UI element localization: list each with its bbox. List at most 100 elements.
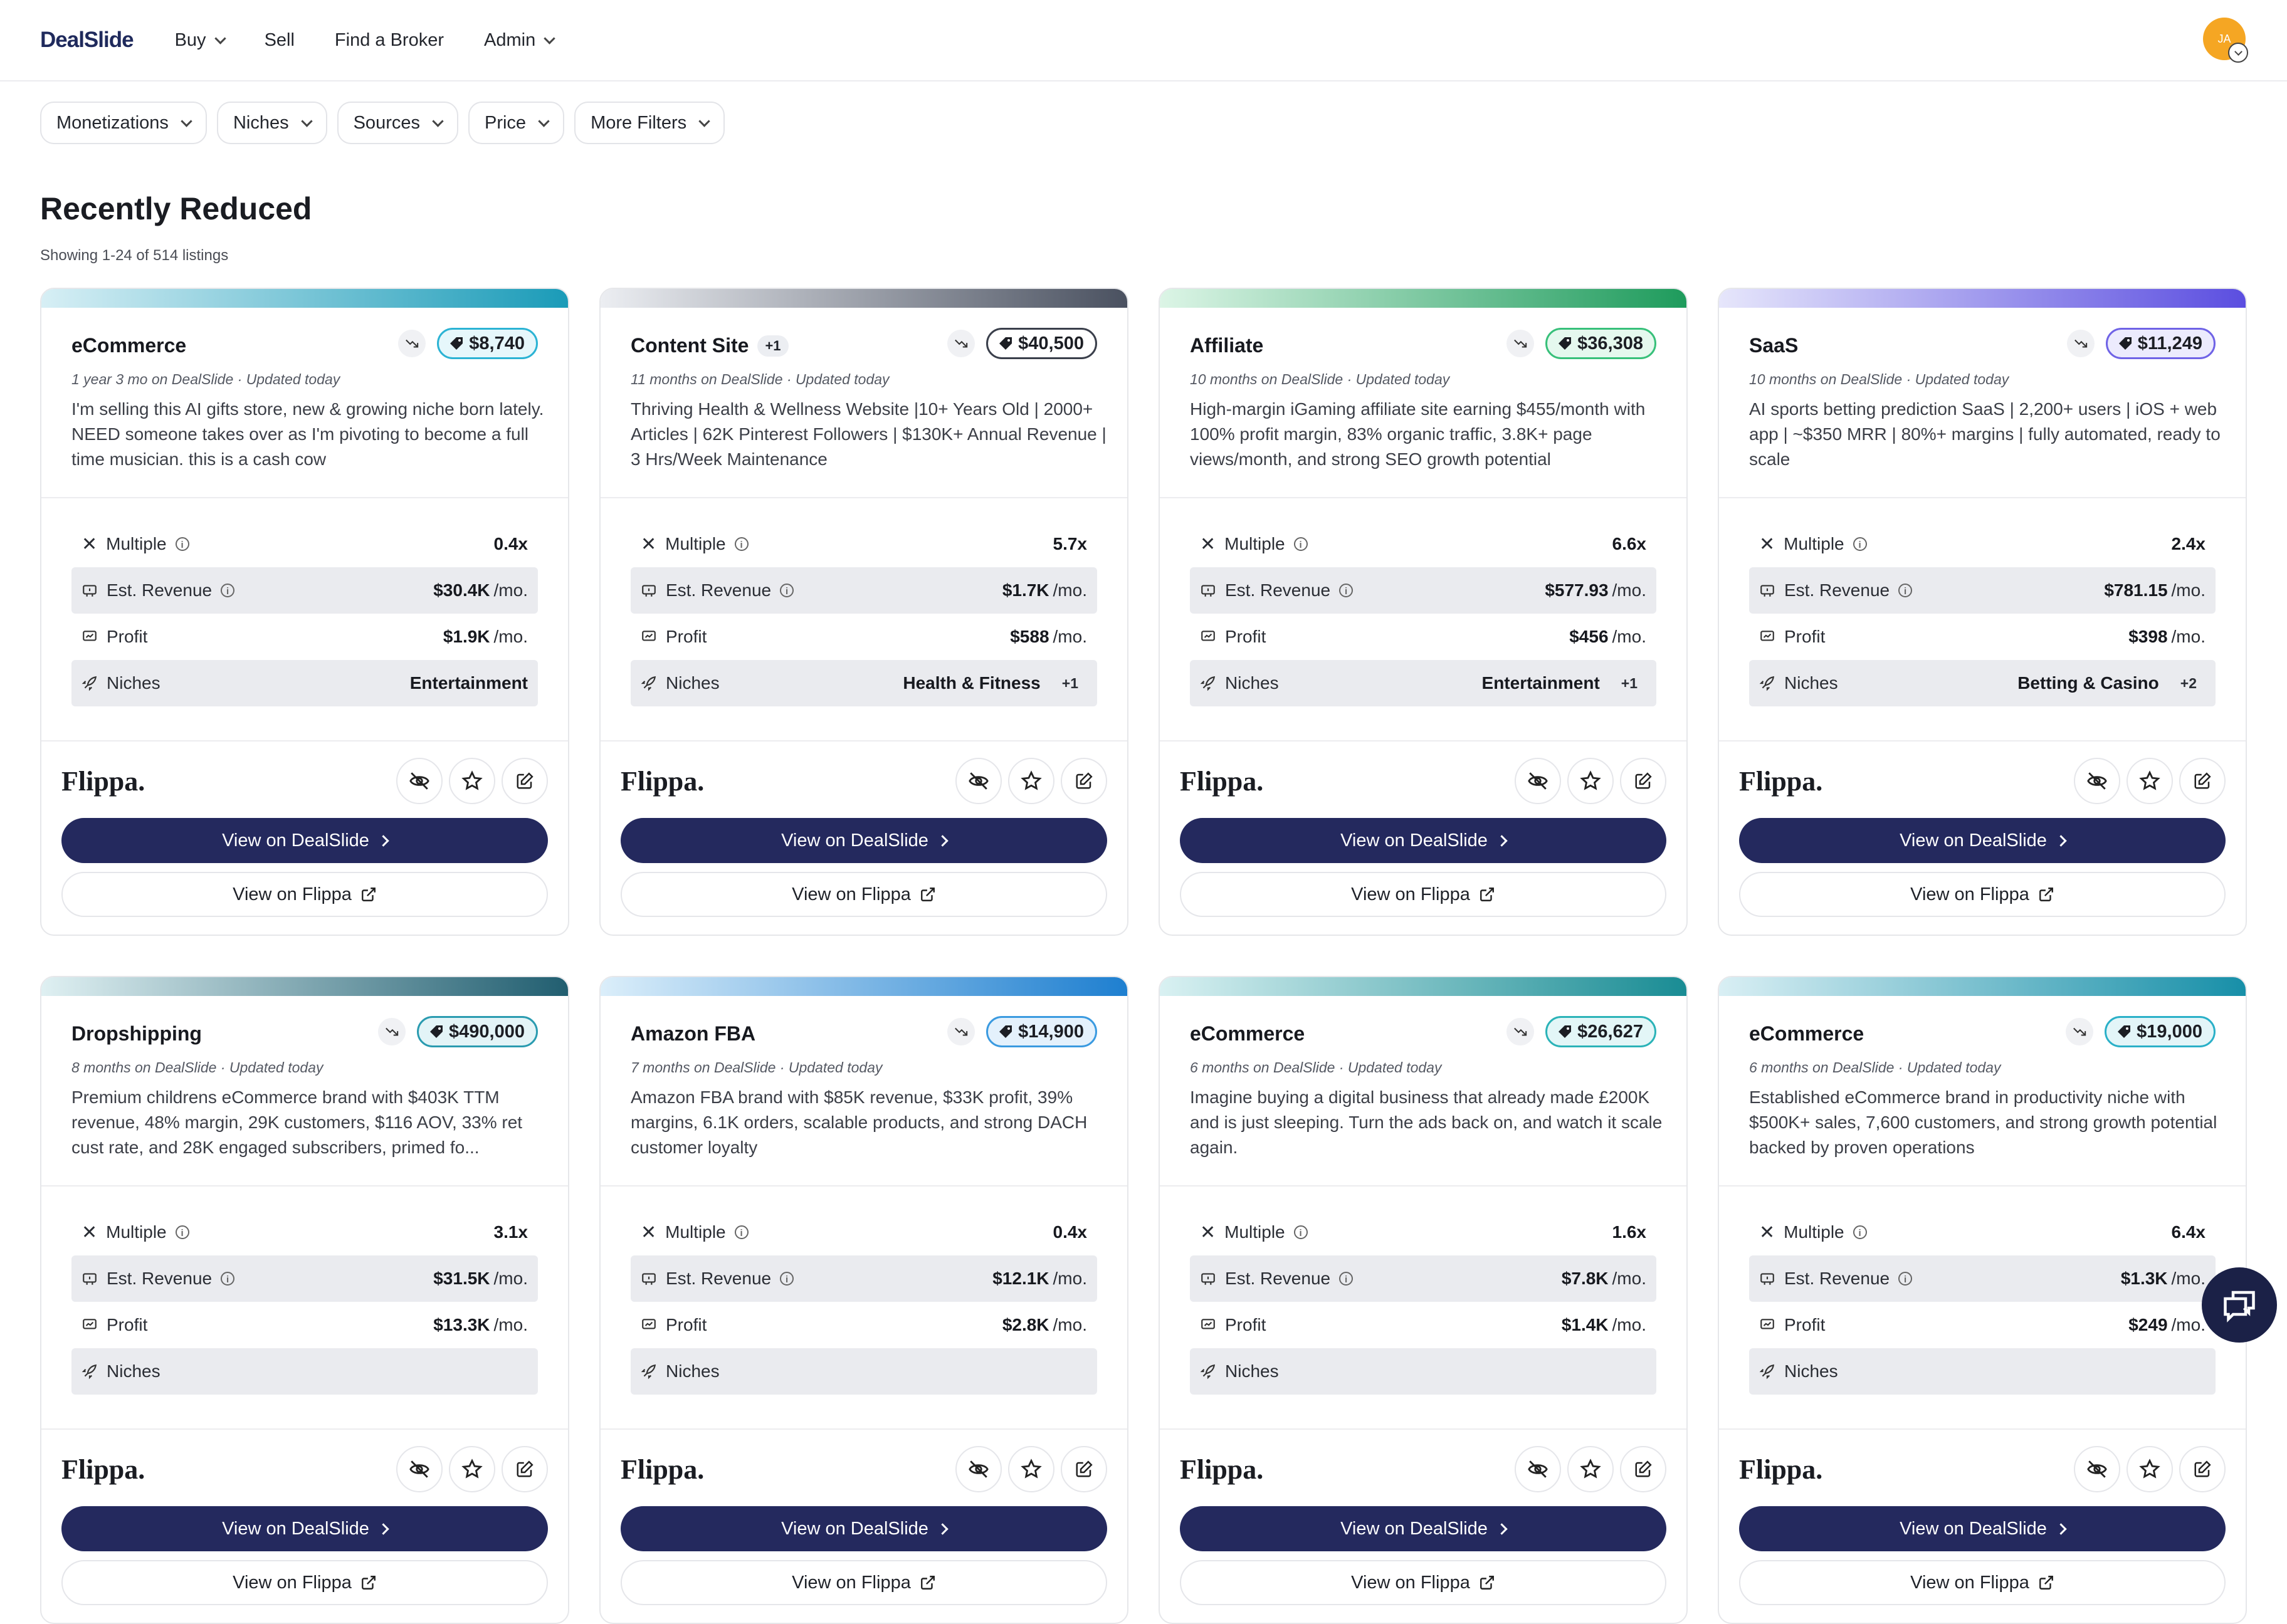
info-icon[interactable]: i xyxy=(780,584,794,597)
star-icon[interactable] xyxy=(449,758,495,804)
info-icon[interactable]: i xyxy=(1293,1225,1308,1239)
stat-row-profit: Profit $13.3K/mo. xyxy=(71,1302,538,1348)
info-icon[interactable]: i xyxy=(175,1225,189,1239)
info-icon[interactable]: i xyxy=(1898,584,1913,597)
edit-icon[interactable] xyxy=(1620,1446,1666,1492)
multiple-label: Multiple xyxy=(665,1222,726,1242)
nav-find-broker[interactable]: Find a Broker xyxy=(335,30,444,51)
edit-icon[interactable] xyxy=(2179,1446,2226,1492)
listing-category: eCommerce xyxy=(1190,1022,1305,1045)
listing-card[interactable]: eCommerce $8,740 1 year 3 mo on DealSlid… xyxy=(40,288,569,936)
avatar[interactable]: JA xyxy=(2203,18,2248,63)
hide-eye-off-icon[interactable] xyxy=(396,758,443,804)
filter-price[interactable]: Price xyxy=(468,102,565,144)
avatar-menu-caret-icon[interactable] xyxy=(2228,43,2248,63)
listing-category: Amazon FBA xyxy=(631,1022,756,1045)
chevron-right-icon xyxy=(377,1522,389,1535)
view-on-dealslide-button[interactable]: View on DealSlide xyxy=(61,1506,548,1551)
view-on-flippa-button[interactable]: View on Flippa xyxy=(61,872,548,917)
revenue-icon xyxy=(1760,585,1774,597)
nav-buy[interactable]: Buy xyxy=(175,30,226,51)
price-value: $40,500 xyxy=(1018,333,1084,354)
nav-admin-label: Admin xyxy=(484,29,536,50)
filter-more[interactable]: More Filters xyxy=(574,102,725,144)
edit-icon[interactable] xyxy=(2179,758,2226,804)
view-on-dealslide-button[interactable]: View on DealSlide xyxy=(1739,1506,2226,1551)
hide-eye-off-icon[interactable] xyxy=(2074,758,2120,804)
info-icon[interactable]: i xyxy=(175,537,189,551)
listing-card[interactable]: eCommerce $26,627 6 months on DealSlide … xyxy=(1159,976,1688,1624)
close-x-icon: ✕ xyxy=(1200,1222,1216,1243)
card-accent-bar xyxy=(1719,289,2246,308)
listing-card[interactable]: Content Site +1 $40,500 11 months on Dea… xyxy=(599,288,1128,936)
view-on-dealslide-button[interactable]: View on DealSlide xyxy=(1180,818,1666,863)
view-on-dealslide-button[interactable]: View on DealSlide xyxy=(1739,818,2226,863)
view-on-dealslide-button[interactable]: View on DealSlide xyxy=(621,818,1107,863)
stats-table: ✕ Multiple i 5.7x Est. Revenue i $1.7K/mo. … xyxy=(601,498,1127,741)
view-on-dealslide-button[interactable]: View on DealSlide xyxy=(1180,1506,1666,1551)
niches-label: Niches xyxy=(107,673,160,693)
info-icon[interactable]: i xyxy=(1853,1225,1867,1239)
listing-card[interactable]: Dropshipping $490,000 8 months on DealSl… xyxy=(40,976,569,1624)
info-icon[interactable]: i xyxy=(734,537,749,551)
stats-table: ✕ Multiple i 6.4x Est. Revenue i $1.3K/mo. … xyxy=(1719,1187,2246,1430)
hide-eye-off-icon[interactable] xyxy=(955,758,1002,804)
nav-sell[interactable]: Sell xyxy=(265,30,295,51)
edit-icon[interactable] xyxy=(502,1446,548,1492)
info-icon[interactable]: i xyxy=(780,1272,794,1286)
view-on-flippa-button[interactable]: View on Flippa xyxy=(621,1560,1107,1605)
nav-admin[interactable]: Admin xyxy=(484,29,555,51)
view-on-dealslide-button[interactable]: View on DealSlide xyxy=(61,818,548,863)
profit-value: $1.4K xyxy=(1561,1315,1609,1334)
close-x-icon: ✕ xyxy=(81,533,98,555)
hide-eye-off-icon[interactable] xyxy=(396,1446,443,1492)
rocket-icon xyxy=(81,676,97,691)
filter-niches[interactable]: Niches xyxy=(216,102,327,144)
info-icon[interactable]: i xyxy=(1293,537,1308,551)
star-icon[interactable] xyxy=(449,1446,495,1492)
info-icon[interactable]: i xyxy=(734,1225,749,1239)
info-icon[interactable]: i xyxy=(1898,1272,1913,1286)
edit-icon[interactable] xyxy=(502,758,548,804)
view-on-flippa-button[interactable]: View on Flippa xyxy=(621,872,1107,917)
hide-eye-off-icon[interactable] xyxy=(1515,1446,1561,1492)
filter-monetizations[interactable]: Monetizations xyxy=(40,102,207,144)
info-icon[interactable]: i xyxy=(221,1272,235,1286)
view-on-flippa-button[interactable]: View on Flippa xyxy=(61,1560,548,1605)
listing-card[interactable]: SaaS $11,249 10 months on DealSlide · Up… xyxy=(1718,288,2247,936)
edit-icon[interactable] xyxy=(1061,1446,1107,1492)
external-link-icon xyxy=(1480,1576,1494,1590)
niche-extra-count: +1 xyxy=(1621,674,1638,691)
chat-support-button[interactable] xyxy=(2202,1267,2277,1343)
price-reduced-icon xyxy=(1506,330,1535,357)
info-icon[interactable]: i xyxy=(1339,584,1354,597)
filter-sources[interactable]: Sources xyxy=(337,102,458,144)
edit-icon[interactable] xyxy=(1061,758,1107,804)
hide-eye-off-icon[interactable] xyxy=(2074,1446,2120,1492)
star-icon[interactable] xyxy=(1567,1446,1614,1492)
star-icon[interactable] xyxy=(2127,1446,2173,1492)
listing-card[interactable]: Amazon FBA $14,900 7 months on DealSlide… xyxy=(599,976,1128,1624)
star-icon[interactable] xyxy=(2127,758,2173,804)
chevron-down-icon xyxy=(698,115,710,127)
info-icon[interactable]: i xyxy=(221,584,235,597)
view-on-flippa-button[interactable]: View on Flippa xyxy=(1180,872,1666,917)
view-on-flippa-button[interactable]: View on Flippa xyxy=(1739,1560,2226,1605)
hide-eye-off-icon[interactable] xyxy=(1515,758,1561,804)
listing-card[interactable]: Affiliate $36,308 10 months on DealSlide… xyxy=(1159,288,1688,936)
listing-meta: 11 months on DealSlide · Updated today xyxy=(631,371,890,387)
view-on-flippa-button[interactable]: View on Flippa xyxy=(1180,1560,1666,1605)
view-on-dealslide-button[interactable]: View on DealSlide xyxy=(621,1506,1107,1551)
listing-card[interactable]: eCommerce $19,000 6 months on DealSlide … xyxy=(1718,976,2247,1624)
star-icon[interactable] xyxy=(1008,1446,1054,1492)
logo[interactable]: DealSlide xyxy=(40,28,134,53)
card-accent-bar xyxy=(41,289,568,308)
star-icon[interactable] xyxy=(1008,758,1054,804)
star-icon[interactable] xyxy=(1567,758,1614,804)
view-on-flippa-button[interactable]: View on Flippa xyxy=(1739,872,2226,917)
profit-label: Profit xyxy=(1784,1315,1826,1334)
edit-icon[interactable] xyxy=(1620,758,1666,804)
info-icon[interactable]: i xyxy=(1853,537,1867,551)
info-icon[interactable]: i xyxy=(1339,1272,1354,1286)
hide-eye-off-icon[interactable] xyxy=(955,1446,1002,1492)
